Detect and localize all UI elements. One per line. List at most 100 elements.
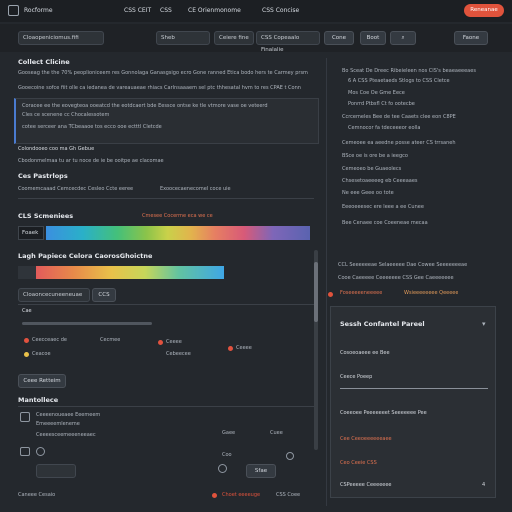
list-item-value-3: Ceeee <box>236 345 252 351</box>
list-item-label-2: Ceacoe <box>32 351 51 357</box>
panel-item-6[interactable]: CSPeeeee Ceeeeeee <box>340 482 392 488</box>
find-button[interactable]: Faone <box>454 31 488 45</box>
row-sub-1: Emeeeemleneme <box>36 421 80 427</box>
palettes-title: Ces Pastrlops <box>18 172 68 180</box>
list-item-value-1: Cecmee <box>100 337 121 343</box>
panel-count: 4 <box>482 482 486 488</box>
section-bottom-title: Mantollece <box>18 396 59 404</box>
sidebar-item-13: Bee Cenaee coe Coeeneae mecaa <box>342 220 428 226</box>
cta-button[interactable]: Reneanae <box>464 4 504 17</box>
sidebar-item-1: Bo Sceat De Dreec Ribeieleen nos CIS's b… <box>342 68 476 74</box>
footer-dot-icon <box>212 493 217 498</box>
project-field[interactable]: Cloaopeniciomus.fifi <box>18 31 104 45</box>
row-checkbox[interactable] <box>20 412 30 422</box>
sidebar-item-9: Cemeoeo be Guaeolecs <box>342 166 402 172</box>
scrollbar-thumb[interactable] <box>314 262 318 322</box>
panel-item-2[interactable]: Ceece Poeep <box>340 374 372 380</box>
row-name-1: Ceeeenoueaee Eeemeem <box>36 412 101 418</box>
divider-3 <box>18 406 314 407</box>
sidebar-action-1[interactable]: Foseeeeeneeeee <box>340 290 382 296</box>
top-bar <box>0 0 512 22</box>
footer-right[interactable]: CSS Coee <box>276 492 300 498</box>
action-label-1[interactable]: Gaee <box>222 430 235 436</box>
sub-label: Cae <box>22 308 32 314</box>
section-title: Collect Clicine <box>18 58 70 66</box>
status-dot-icon <box>24 338 29 343</box>
sidebar-item-3: Mos Coe Oe Gme Eece <box>348 90 405 96</box>
code-line-3: cotee serceer ana TCbeaaoe tos ecco ooe … <box>22 124 162 130</box>
user-icon[interactable] <box>36 447 45 456</box>
control-panel <box>330 306 496 498</box>
bright-title: Lagh Papiece Celora CaorosGhoictne <box>18 252 153 260</box>
brand-name[interactable]: Rocforme <box>24 7 53 14</box>
swatches-title: CLS Scmeniees <box>18 212 74 220</box>
sidebar-dot-icon <box>328 292 333 297</box>
column-divider <box>326 58 327 506</box>
panel-item-1[interactable]: Cosoeoaeee ee Bee <box>340 350 390 356</box>
row-name-2: Ceeeesceemeeeneeaec <box>36 432 96 438</box>
search-icon[interactable]: ⌕ <box>390 31 416 45</box>
list-item-value-2: Ceeee <box>166 339 182 345</box>
sidebar-item-2: 6 A CSS Pteaetaeds Stlogs to CSS Cletce <box>348 78 450 84</box>
panel-item-3[interactable]: Coeeoee Peeeeeeet Seeeeeee Pee <box>340 410 427 416</box>
palettes-line-2: Exoocecaenecomel coce uie <box>160 186 231 192</box>
status-dot-icon <box>24 352 29 357</box>
swatch-start <box>18 266 36 279</box>
panel-title: Sessh Confantel Pareel <box>340 320 425 328</box>
list-item-label-1: Ceecceaec de <box>32 337 67 343</box>
list-item-label-3: Cebeecee <box>166 351 191 357</box>
status-dot-icon <box>228 346 233 351</box>
sidebar-item-11: Ne eee Geee oo tote <box>342 190 394 196</box>
panel-item-4[interactable]: Cee Ceeoeeeeeeaee <box>340 436 392 442</box>
footer-left[interactable]: Caneee Cesaio <box>18 492 55 498</box>
field-c[interactable]: CSS Copeaalo Finalalie <box>256 31 320 53</box>
divider-2 <box>18 304 314 305</box>
panel-slider[interactable] <box>340 388 488 389</box>
palettes-line-1: Coomemcaaad Cemcecdec Cesleo Ccte eeree <box>18 186 134 192</box>
boot-button[interactable]: Boot <box>360 31 386 45</box>
sidebar-item-8: BSce oe is ore be a ieegco <box>342 153 408 159</box>
sidebar-meta-line: Cooe Caeeeee Ceeeeeee CSS Gee Caeeeeeee <box>338 275 454 281</box>
sidebar-action-2[interactable]: Wsieeeeeeee Qeeeee <box>404 290 458 296</box>
code-line-2: Cles ce scenene cc Chocalessotem <box>22 112 110 118</box>
cone-button[interactable]: Cone <box>324 31 354 45</box>
brand-logo-icon[interactable] <box>8 5 19 16</box>
collapse-icon[interactable]: ▾ <box>482 320 486 328</box>
sidebar-item-12: Eeeoeeesec ere leee a ee Cunee <box>342 204 424 210</box>
divider <box>18 198 314 199</box>
status-dot-icon <box>158 340 163 345</box>
section-desc-2: Gooecoine sofce fiit olle ca iedanea de … <box>18 85 301 91</box>
gradient-label[interactable]: Foaek <box>18 226 44 240</box>
ccs-badge[interactable]: CCS <box>92 288 116 302</box>
nav-item-1[interactable]: CSS CEIT <box>124 7 151 14</box>
section-desc-1: Gooseag the the 70% peoplioniceem res Go… <box>18 70 308 76</box>
action-label-2[interactable]: Cuee <box>270 430 283 436</box>
code-line-1: Coracee ee the eovegteoa ooeatcd the eot… <box>22 103 268 109</box>
palette-swatches[interactable] <box>36 266 224 279</box>
sidebar-item-4: Ponrrd Ptbsfl Ct fo ootecbe <box>348 101 415 107</box>
field-b[interactable]: Ceiere fine <box>214 31 254 45</box>
add-button[interactable]: Ceee Retteim <box>18 374 66 388</box>
nav-item-2[interactable]: CSS <box>160 7 172 14</box>
note-sub: Cbodonmelmaa tu ar tu noce de ie be ooit… <box>18 158 164 164</box>
palette-field[interactable]: Cloaoncecuneeneuae <box>18 288 90 302</box>
slider-track[interactable] <box>22 322 152 325</box>
info-icon[interactable] <box>286 452 294 460</box>
sidebar-item-5: Ccrcemeles Bee de tee Caaets clee eon C8… <box>342 114 456 120</box>
sidebar-meta-title: CCL Seeeeeeae Selaeeeee Dae Cowee Seeeee… <box>338 262 468 268</box>
nav-item-3[interactable]: CE Orienmonome <box>188 7 241 14</box>
panel-item-5[interactable]: Ceo Ceeie CSS <box>340 460 377 466</box>
note-line: Colondooeo coo ma Gh Gebue <box>18 146 95 152</box>
settings-icon[interactable] <box>218 464 227 473</box>
save-button[interactable]: Sfae <box>246 464 276 478</box>
nav-item-4[interactable]: CSS Concise <box>262 7 299 14</box>
sidebar-item-10: Chsesetoaeeeeg eb Ceeeaaes <box>342 178 418 184</box>
footer-center[interactable]: Choet eeeeuge <box>222 492 260 498</box>
action-label-3[interactable]: Coo <box>222 452 232 458</box>
sidebar-item-7: Cemeoee ea aeedne posse ateer CS trrsane… <box>342 140 456 146</box>
swatches-hint: Cmesee Cocerme eca we ce <box>142 213 213 219</box>
row-input[interactable] <box>36 464 76 478</box>
search-input[interactable]: Sheb <box>156 31 210 45</box>
color-gradient-bar[interactable] <box>46 226 310 240</box>
monitor-icon[interactable] <box>20 447 30 456</box>
